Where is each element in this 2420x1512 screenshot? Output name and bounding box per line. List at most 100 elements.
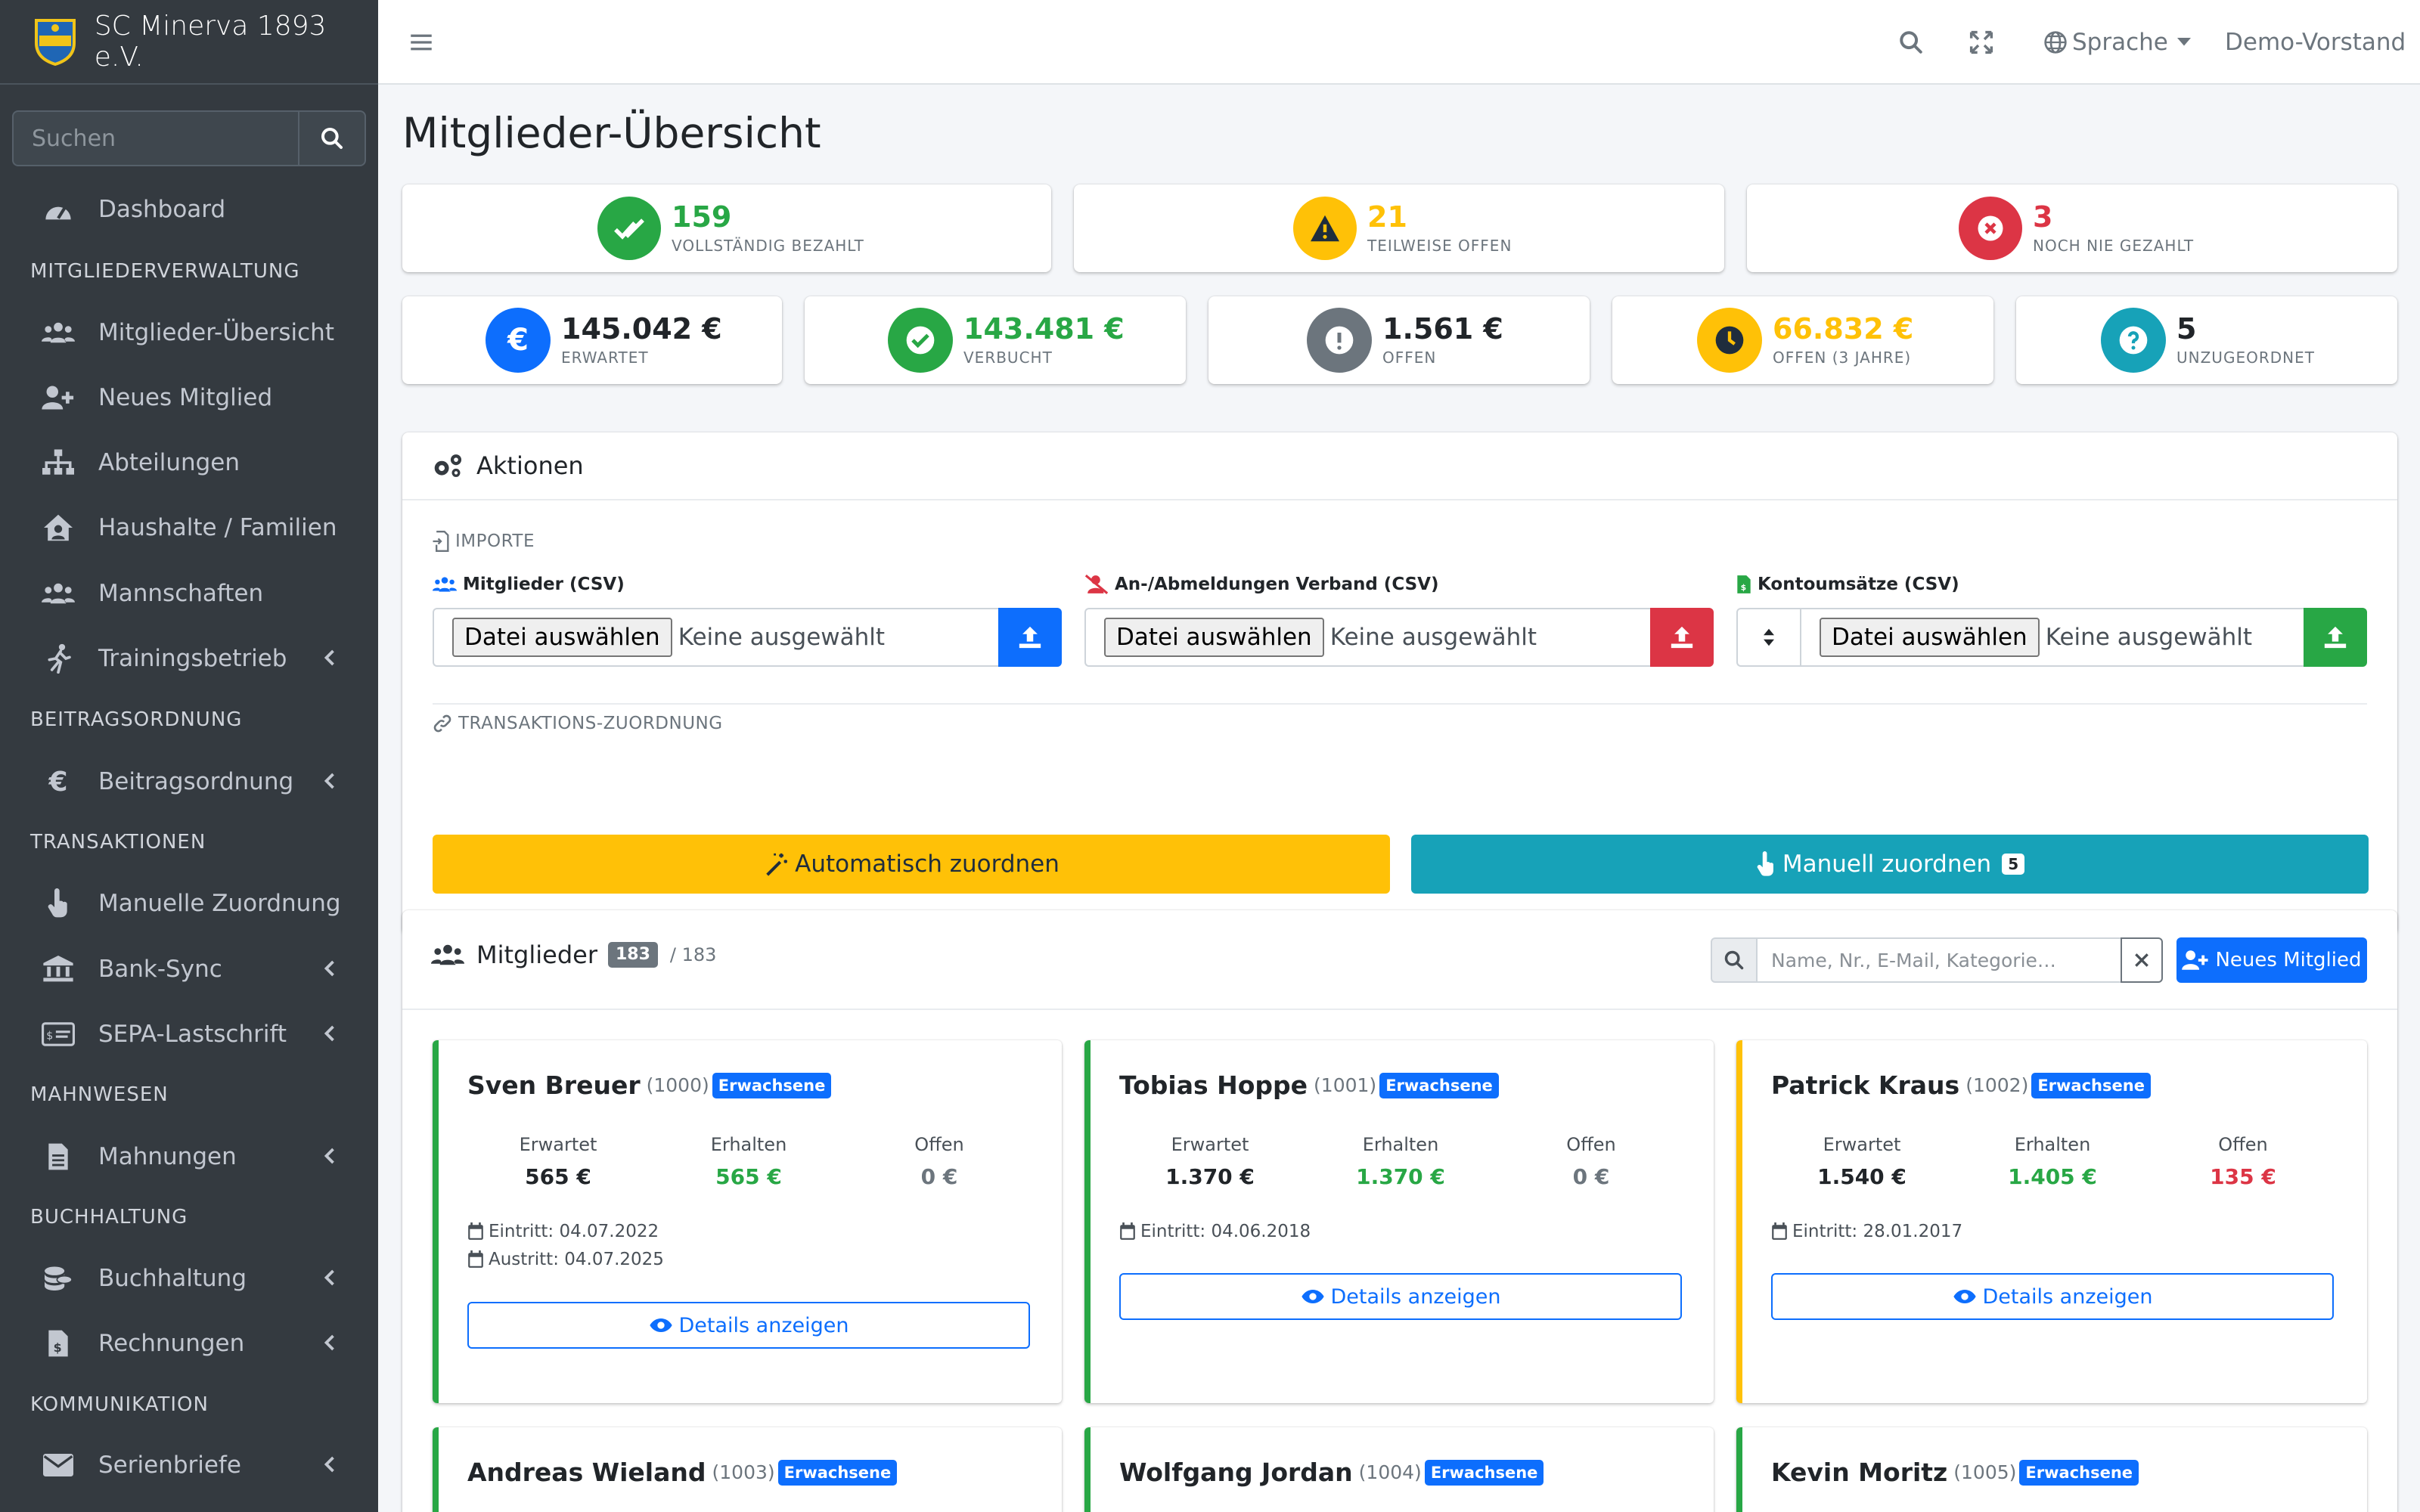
status-bar (1736, 1040, 1742, 1403)
actions-title: Aktionen (476, 451, 584, 480)
open-value: 0 € (920, 1164, 958, 1189)
stat-open-value: 1.561 € (1382, 312, 1503, 346)
sidebar-item-accounting[interactable]: Buchhaltung (12, 1250, 366, 1306)
members-csv-upload-button[interactable] (998, 608, 1062, 667)
members-total: / 183 (669, 944, 717, 965)
members-header: Mitglieder 183 / 183 Name, Nr., E-Mail, … (402, 910, 2397, 1010)
member-name-row: Kevin Moritz (1005) Erwachsene (1771, 1458, 2139, 1487)
manual-assign-button[interactable]: Manuell zuordnen 5 (1411, 835, 2369, 894)
eye-icon (1301, 1290, 1324, 1303)
actions-card: Aktionen IMPORTE Mitglieder (CSV) Datei … (402, 432, 2397, 934)
new-member-button[interactable]: Neues Mitglied (2176, 937, 2367, 983)
members-csv-label-text: Mitglieder (CSV) (463, 575, 625, 594)
link-icon (433, 714, 451, 733)
member-number: (1001) (1314, 1074, 1377, 1096)
sidebar-search-input[interactable]: Suchen (12, 110, 298, 166)
details-button[interactable]: Details anzeigen (1119, 1273, 1682, 1320)
member-card: Kevin Moritz (1005) Erwachsene (1736, 1427, 2367, 1512)
sidebar-item-households[interactable]: Haushalte / Familien (12, 500, 366, 556)
members-search-input[interactable]: Name, Nr., E-Mail, Kategorie… (1758, 937, 2121, 983)
hamburger-icon (411, 34, 432, 51)
sidebar-item-fees[interactable]: € Beitragsordnung (12, 754, 366, 810)
choose-file-button[interactable]: Datei auswählen (452, 618, 672, 657)
details-button[interactable]: Details anzeigen (1771, 1273, 2334, 1320)
sidebar-item-dunning[interactable]: Mahnungen (12, 1129, 366, 1185)
sidebar-item-new-member[interactable]: Neues Mitglied (12, 370, 366, 426)
magic-wand-icon (766, 853, 787, 876)
choose-file-button[interactable]: Datei auswählen (1104, 618, 1324, 657)
sidebar-item-sepa[interactable]: $ SEPA-Lastschrift (12, 1006, 366, 1062)
sidebar-item-bank-sync[interactable]: Bank-Sync (12, 941, 366, 997)
stat-partial-value: 21 (1367, 200, 1407, 234)
entry-date-text: Eintritt: 28.01.2017 (1792, 1222, 1963, 1241)
category-badge: Erwachsene (712, 1072, 832, 1098)
chevron-left-icon (324, 773, 334, 789)
sidebar-item-members-overview[interactable]: Mitglieder-Übersicht (12, 305, 366, 361)
users-icon (39, 581, 77, 606)
exit-date-text: Austritt: 04.07.2025 (489, 1250, 664, 1269)
federation-csv-upload-button[interactable] (1650, 608, 1714, 667)
tachometer-icon (39, 196, 77, 223)
entry-date-text: Eintritt: 04.07.2022 (489, 1222, 659, 1241)
language-dropdown[interactable]: Sprache (2043, 0, 2191, 85)
category-badge: Erwachsene (1379, 1072, 1499, 1098)
sidebar-item-departments[interactable]: Abteilungen (12, 435, 366, 491)
sidebar-item-manual-assignment[interactable]: Manuelle Zuordnung (12, 875, 366, 931)
stat-open-label: OFFEN (1382, 348, 1437, 367)
brand[interactable]: SC Minerva 1893 e.V. (0, 0, 378, 85)
sidebar-item-teams[interactable]: Mannschaften (12, 565, 366, 621)
running-icon (39, 643, 77, 674)
university-icon (39, 956, 77, 983)
category-badge: Erwachsene (2031, 1072, 2151, 1098)
stat-paid-value: 159 (672, 200, 732, 234)
account-csv-file-input[interactable]: Datei auswählen Keine ausgewählt (1800, 608, 2304, 667)
search-icon (321, 128, 343, 149)
sidebar-item-label: Trainingsbetrieb (98, 645, 287, 672)
members-csv-file-input[interactable]: Datei auswählen Keine ausgewählt (433, 608, 998, 667)
federation-csv-label: An-/Abmeldungen Verband (CSV) (1084, 575, 1439, 594)
member-card: Tobias Hoppe (1001) Erwachsene Erwartet 1.3… (1084, 1040, 1714, 1403)
topbar-search-button[interactable] (1898, 0, 1924, 85)
member-number: (1000) (646, 1074, 709, 1096)
sidebar-search-button[interactable] (298, 110, 366, 166)
menu-toggle[interactable] (410, 0, 433, 85)
sidebar-item-label: Mahnungen (98, 1143, 237, 1170)
col-header: Erhalten (1362, 1134, 1439, 1155)
sidebar-item-label: Manuelle Zuordnung (98, 890, 341, 917)
user-plus-icon (2182, 950, 2209, 970)
search-icon (1724, 950, 1744, 970)
member-card: Sven Breuer (1000) Erwachsene Erwartet 565 … (433, 1040, 1062, 1403)
sidebar-header-dunning: MAHNWESEN (30, 1083, 169, 1106)
choose-file-button[interactable]: Datei auswählen (1820, 618, 2040, 657)
sidebar-header-transactions: TRANSAKTIONEN (30, 831, 206, 854)
sidebar-item-label: SEPA-Lastschrift (98, 1021, 287, 1048)
users-icon (433, 577, 457, 592)
account-csv-label: $ Kontoumsätze (CSV) (1736, 575, 1959, 594)
stat-booked: 143.481 € VERBUCHT (805, 296, 1186, 384)
sidebar-item-serial-letters[interactable]: Serienbriefe (12, 1437, 366, 1493)
member-number: (1004) (1358, 1461, 1422, 1483)
col-header: Offen (1566, 1134, 1616, 1155)
clear-search-button[interactable] (2121, 937, 2163, 983)
stat-paid: 159 VOLLSTÄNDIG BEZAHLT (402, 184, 1051, 272)
entry-date: Eintritt: 04.07.2022 (467, 1222, 659, 1241)
entry-date: Eintritt: 28.01.2017 (1771, 1222, 1962, 1241)
account-format-select[interactable] (1736, 608, 1800, 667)
envelope-icon (39, 1454, 77, 1476)
sidebar-item-dashboard[interactable]: Dashboard (12, 181, 366, 237)
sidebar-item-training[interactable]: Trainingsbetrieb (12, 631, 366, 686)
expected-value: 1.540 € (1817, 1164, 1907, 1189)
member-card: Patrick Kraus (1002) Erwachsene Erwartet 1.… (1736, 1040, 2367, 1403)
details-button[interactable]: Details anzeigen (467, 1302, 1030, 1349)
category-badge: Erwachsene (777, 1459, 898, 1486)
expand-arrows-icon (1969, 30, 1993, 54)
account-csv-upload-button[interactable] (2304, 608, 2367, 667)
user-menu[interactable]: Demo-Vorstand (2225, 0, 2406, 85)
fullscreen-button[interactable] (1969, 0, 1993, 85)
clock-icon (1697, 308, 1762, 373)
check-circle-icon (888, 308, 953, 373)
col-header: Erwartet (1171, 1134, 1249, 1155)
auto-assign-button[interactable]: Automatisch zuordnen (433, 835, 1390, 894)
sidebar-item-invoices[interactable]: $ Rechnungen (12, 1315, 366, 1371)
federation-csv-file-input[interactable]: Datei auswählen Keine ausgewählt (1084, 608, 1650, 667)
